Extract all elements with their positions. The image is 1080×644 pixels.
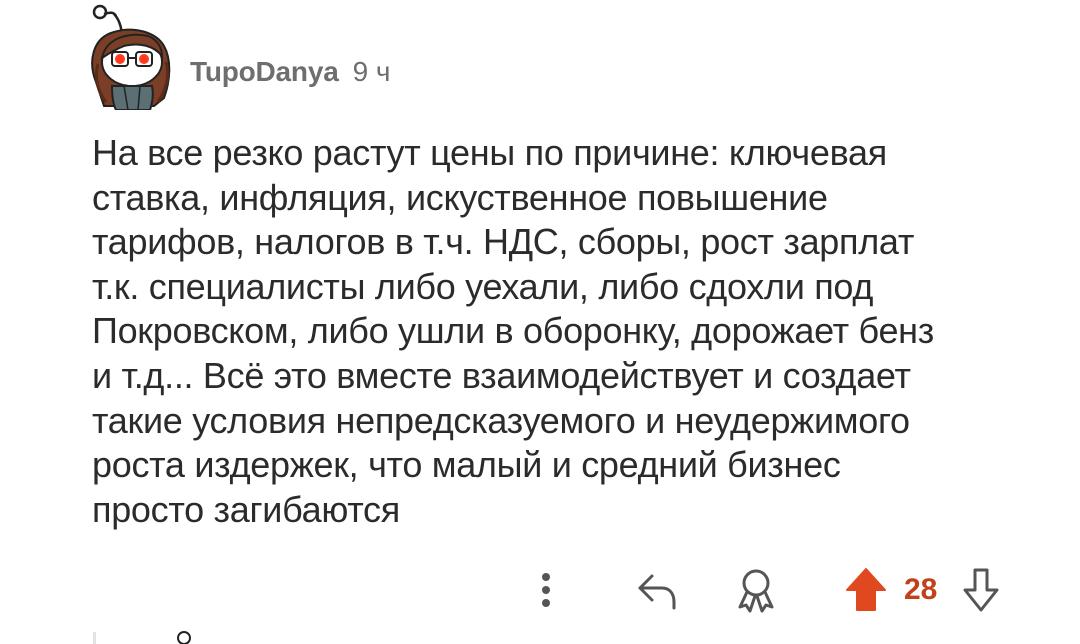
more-button[interactable] (528, 564, 564, 616)
author-name[interactable]: TupoDanya (190, 56, 339, 88)
comment-header: TupoDanya 9 ч (190, 52, 391, 92)
comment-body: На все резко растут цены по причине: клю… (92, 131, 1032, 532)
award-button[interactable] (730, 564, 782, 616)
downvote-button[interactable] (956, 564, 1006, 616)
upvote-button[interactable] (842, 564, 890, 616)
comment: TupoDanya 9 ч На все резко растут цены п… (0, 0, 1080, 644)
downvote-arrow-icon (959, 566, 1003, 614)
reply-icon (634, 568, 678, 612)
more-vertical-icon (540, 570, 552, 610)
upvote-arrow-icon (844, 566, 888, 614)
award-icon (734, 567, 778, 613)
comment-text: На все резко растут цены по причине: клю… (92, 132, 934, 530)
avatar-image (91, 4, 171, 111)
comment-actions: 28 (0, 564, 1080, 616)
reply-button[interactable] (630, 564, 682, 616)
comment-time: 9 ч (352, 56, 391, 87)
user-avatar[interactable] (84, 2, 180, 111)
vote-score: 28 (904, 573, 938, 606)
thread-line (93, 632, 96, 644)
next-comment-avatar (170, 628, 196, 644)
